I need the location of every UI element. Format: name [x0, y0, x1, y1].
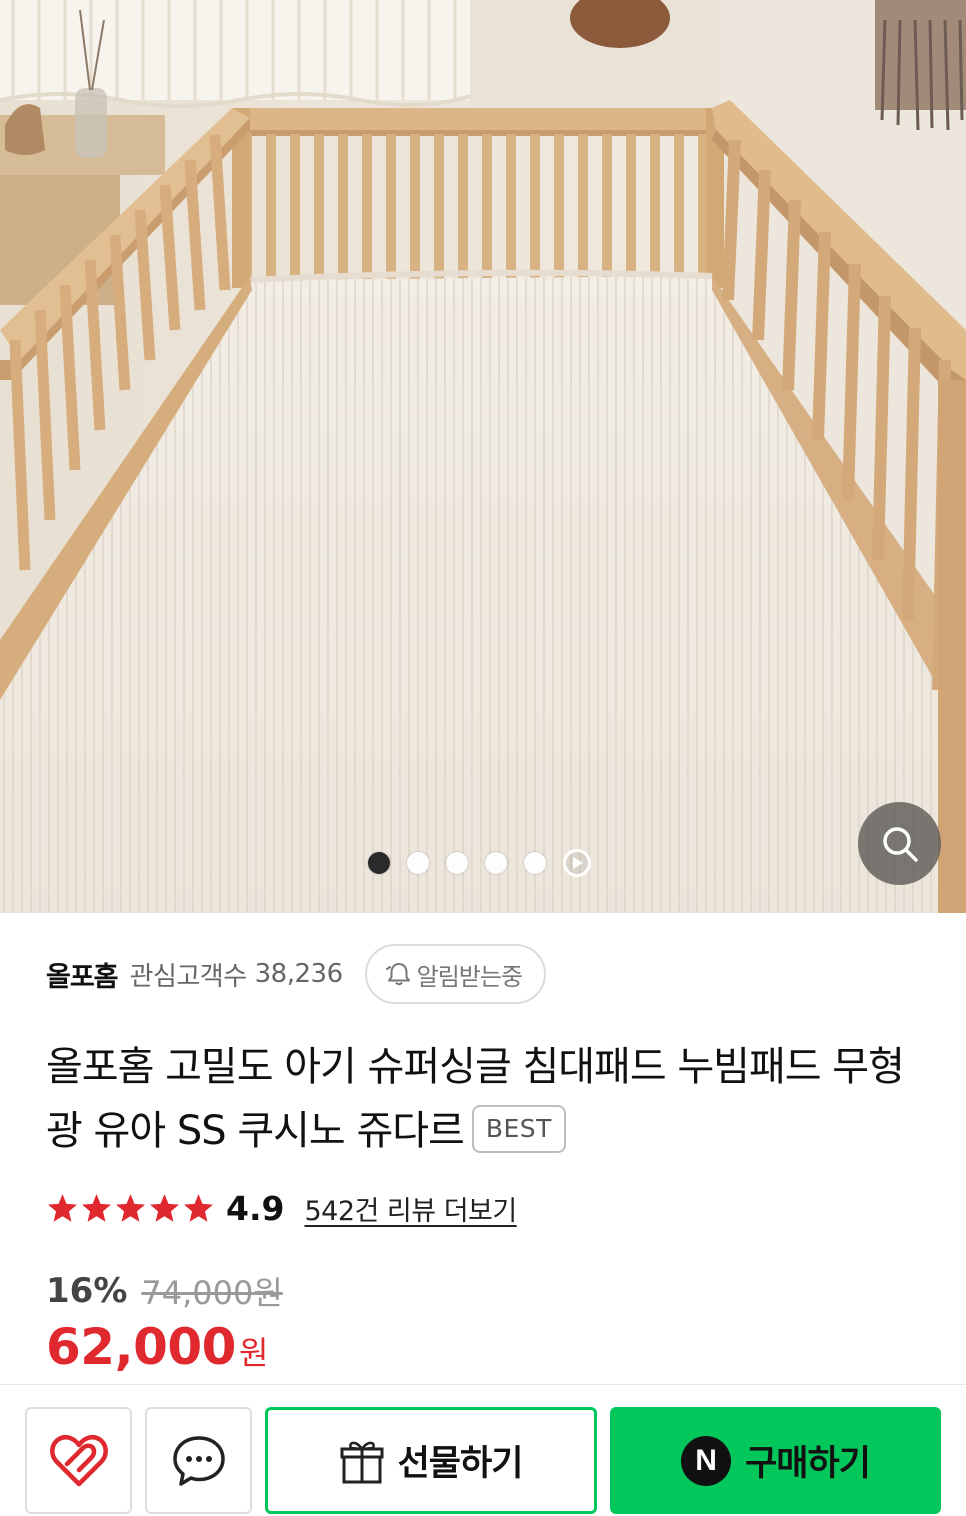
- review-link[interactable]: 542건 리뷰 더보기: [304, 1189, 517, 1228]
- best-badge: BEST: [471, 1105, 566, 1153]
- zoom-button[interactable]: [858, 802, 941, 885]
- pagination-dot[interactable]: [407, 852, 429, 874]
- discount-rate: 16%: [46, 1271, 128, 1311]
- buy-button[interactable]: N 구매하기: [610, 1407, 941, 1514]
- notification-button-label: 알림받는중: [416, 962, 523, 991]
- pagination-dot-active[interactable]: [368, 852, 390, 874]
- gift-button[interactable]: 선물하기: [265, 1407, 597, 1514]
- buy-button-label: 구매하기: [745, 1444, 871, 1484]
- like-button[interactable]: [25, 1407, 132, 1514]
- image-pagination: [368, 849, 591, 877]
- store-info: 올포홈 관심고객수 38,236 알림받는중: [46, 944, 926, 1004]
- star-icon: [82, 1193, 111, 1222]
- notification-button[interactable]: 알림받는중: [364, 944, 547, 1004]
- naver-pay-icon: N: [681, 1435, 732, 1486]
- discount-row: 16% 74,000원: [46, 1268, 283, 1314]
- star-icon: [48, 1193, 77, 1222]
- pagination-dot[interactable]: [524, 852, 546, 874]
- product-page: 올포홈 관심고객수 38,236 알림받는중 올포홈 고밀도 아기 슈퍼싱글 침…: [0, 0, 966, 1516]
- rating-score: 4.9: [226, 1188, 285, 1228]
- bell-icon: [385, 963, 410, 986]
- fans-count: 38,236: [254, 959, 343, 989]
- chat-button[interactable]: [145, 1407, 252, 1514]
- bottom-action-bar: 선물하기 N 구매하기: [0, 1384, 966, 1516]
- chat-icon: [172, 1435, 225, 1486]
- star-icon: [150, 1193, 179, 1222]
- product-image[interactable]: [0, 0, 966, 913]
- star-icon: [116, 1193, 145, 1222]
- rating-stars: [46, 1192, 216, 1225]
- sale-price: 62,000: [46, 1318, 236, 1376]
- pagination-dot[interactable]: [446, 852, 468, 874]
- store-name[interactable]: 올포홈: [46, 955, 119, 994]
- price-row: 62,000 원: [46, 1318, 268, 1380]
- original-price: 74,000원: [141, 1274, 283, 1312]
- gift-button-label: 선물하기: [397, 1444, 524, 1484]
- play-icon[interactable]: [563, 849, 591, 877]
- gift-icon: [340, 1441, 384, 1483]
- star-icon: [184, 1193, 213, 1222]
- pagination-dot[interactable]: [485, 852, 507, 874]
- currency-unit: 원: [238, 1334, 269, 1372]
- rating-row: 4.9 542건 리뷰 더보기: [46, 1186, 517, 1230]
- heart-icon: [49, 1434, 108, 1486]
- fans-label: 관심고객수: [129, 961, 248, 992]
- zoom-icon: [882, 826, 918, 862]
- product-title: 올포홈 고밀도 아기 슈퍼싱글 침대패드 누빔패드 무형광 유아 SS 쿠시노 …: [46, 1035, 926, 1163]
